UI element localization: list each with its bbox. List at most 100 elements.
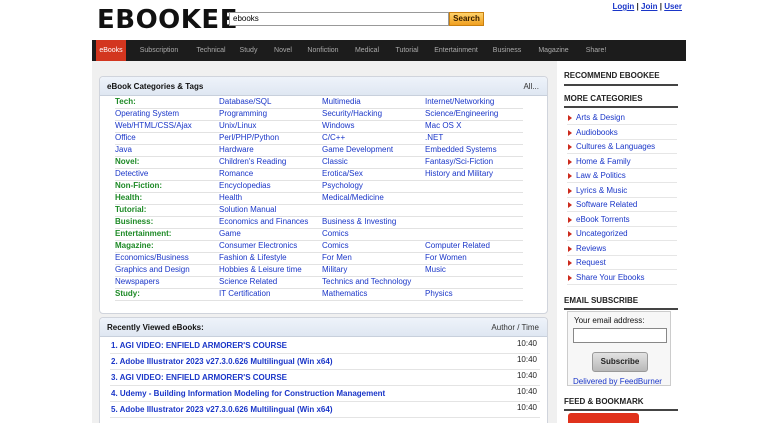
- category-link[interactable]: Perl/PHP/Python: [219, 133, 279, 143]
- category-link[interactable]: Science Related: [219, 277, 277, 287]
- nav-item[interactable]: Entertainment: [430, 40, 482, 61]
- nav-item[interactable]: Nonfiction: [303, 40, 343, 61]
- row-divider: [115, 180, 523, 181]
- recent-item-link[interactable]: 3. AGI VIDEO: ENFIELD ARMORER'S COURSE: [111, 373, 287, 382]
- category-link[interactable]: IT Certification: [219, 289, 270, 299]
- all-categories-link[interactable]: All...: [523, 82, 539, 91]
- category-link[interactable]: Business & Investing: [322, 217, 396, 227]
- email-field[interactable]: [573, 328, 667, 343]
- nav-item[interactable]: Business: [488, 40, 526, 61]
- category-link[interactable]: Operating System: [115, 109, 179, 119]
- category-link[interactable]: Graphics and Design: [115, 265, 190, 275]
- recent-item-link[interactable]: 2. Adobe Illustrator 2023 v27.3.0.626 Mu…: [111, 357, 332, 366]
- category-link[interactable]: Encyclopedias: [219, 181, 271, 191]
- category-link[interactable]: Mac OS X: [425, 121, 461, 131]
- recent-item-link[interactable]: 5. Adobe Illustrator 2023 v27.3.0.626 Mu…: [111, 405, 332, 414]
- rss-subscribe-button[interactable]: [568, 413, 639, 423]
- category-link[interactable]: Game Development: [322, 145, 393, 155]
- category-link[interactable]: Security/Hacking: [322, 109, 382, 119]
- sidebar-category-link[interactable]: Share Your Ebooks: [567, 271, 677, 285]
- category-link[interactable]: For Women: [425, 253, 467, 263]
- subscribe-button[interactable]: Subscribe: [592, 352, 648, 372]
- recent-header: Recently Viewed eBooks: Author / Time: [100, 318, 547, 337]
- feedburner-link[interactable]: Delivered by FeedBurner: [573, 377, 662, 386]
- category-link[interactable]: Programming: [219, 109, 267, 119]
- category-link[interactable]: Science/Engineering: [425, 109, 498, 119]
- category-link[interactable]: Java: [115, 145, 132, 155]
- nav-item[interactable]: Study: [235, 40, 262, 61]
- sidebar-category-link[interactable]: Home & Family: [567, 155, 677, 169]
- email-subscribe-heading: EMAIL SUBSCRIBE: [564, 296, 639, 305]
- category-link[interactable]: Technics and Technology: [322, 277, 411, 287]
- sidebar-category-link[interactable]: Law & Politics: [567, 169, 677, 183]
- nav-item[interactable]: Novel: [269, 40, 297, 61]
- category-link[interactable]: Fantasy/Sci-Fiction: [425, 157, 493, 167]
- login-link[interactable]: Login: [613, 2, 635, 11]
- category-link[interactable]: Physics: [425, 289, 453, 299]
- join-link[interactable]: Join: [641, 2, 657, 11]
- category-link[interactable]: Solution Manual: [219, 205, 276, 215]
- site-logo[interactable]: EBOOKEE: [97, 4, 238, 36]
- sidebar-category-link[interactable]: Request: [567, 256, 677, 270]
- search-button[interactable]: Search: [449, 12, 484, 26]
- sidebar-category-link[interactable]: Audiobooks: [567, 126, 677, 140]
- category-link[interactable]: Multimedia: [322, 97, 361, 107]
- category-link[interactable]: Unix/Linux: [219, 121, 256, 131]
- category-link[interactable]: .NET: [425, 133, 443, 143]
- nav-item[interactable]: Magazine: [533, 40, 574, 61]
- category-link[interactable]: Windows: [322, 121, 354, 131]
- category-link[interactable]: Computer Related: [425, 241, 490, 251]
- category-link[interactable]: Health: [219, 193, 242, 203]
- category-link[interactable]: Comics: [322, 229, 349, 239]
- sidebar-category-link[interactable]: Uncategorized: [567, 227, 677, 241]
- nav-item[interactable]: Share!: [581, 40, 611, 61]
- nav-item[interactable]: eBooks: [96, 40, 126, 61]
- nav-item[interactable]: Medical: [350, 40, 384, 61]
- category-link[interactable]: Consumer Electronics: [219, 241, 297, 251]
- category-link[interactable]: Economics and Finances: [219, 217, 308, 227]
- category-link[interactable]: Romance: [219, 169, 253, 179]
- category-link[interactable]: Embedded Systems: [425, 145, 497, 155]
- category-link[interactable]: Medical/Medicine: [322, 193, 384, 203]
- category-link[interactable]: Hardware: [219, 145, 254, 155]
- sidebar-category-link[interactable]: Lyrics & Music: [567, 184, 677, 198]
- category-link[interactable]: Fashion & Lifestyle: [219, 253, 287, 263]
- category-link[interactable]: Erotica/Sex: [322, 169, 363, 179]
- category-link[interactable]: Music: [425, 265, 446, 275]
- feed-bookmark-heading: FEED & BOOKMARK: [564, 397, 644, 406]
- recent-item-link[interactable]: 4. Udemy - Building Information Modeling…: [111, 389, 385, 398]
- sidebar-category-link[interactable]: Arts & Design: [567, 111, 677, 125]
- search-input[interactable]: ebooks: [229, 12, 449, 26]
- sidebar-category-link[interactable]: eBook Torrents: [567, 213, 677, 227]
- category-link[interactable]: Database/SQL: [219, 97, 271, 107]
- category-link[interactable]: C/C++: [322, 133, 345, 143]
- sidebar-category-link[interactable]: Cultures & Languages: [567, 140, 677, 154]
- sidebar-category-link[interactable]: Software Related: [567, 198, 677, 212]
- category-link[interactable]: Game: [219, 229, 241, 239]
- category-link[interactable]: For Men: [322, 253, 352, 263]
- category-link[interactable]: Classic: [322, 157, 348, 167]
- category-link[interactable]: Comics: [322, 241, 349, 251]
- category-link[interactable]: Psychology: [322, 181, 363, 191]
- category-link[interactable]: Military: [322, 265, 347, 275]
- nav-item[interactable]: Subscription: [134, 40, 184, 61]
- category-link[interactable]: Mathematics: [322, 289, 367, 299]
- category-link[interactable]: Hobbies & Leisure time: [219, 265, 302, 275]
- category-label: Health:: [115, 193, 143, 202]
- categories-header: eBook Categories & Tags All...: [100, 77, 547, 96]
- category-link[interactable]: History and Military: [425, 169, 493, 179]
- nav-item[interactable]: Technical: [191, 40, 231, 61]
- category-label: Entertainment:: [115, 229, 172, 238]
- divider: [564, 84, 678, 86]
- category-link[interactable]: Internet/Networking: [425, 97, 494, 107]
- sidebar-category-link[interactable]: Reviews: [567, 242, 677, 256]
- nav-item[interactable]: Tutorial: [390, 40, 424, 61]
- category-link[interactable]: Newspapers: [115, 277, 159, 287]
- category-link[interactable]: Children's Reading: [219, 157, 286, 167]
- category-link[interactable]: Office: [115, 133, 136, 143]
- category-link[interactable]: Economics/Business: [115, 253, 189, 263]
- category-link[interactable]: Detective: [115, 169, 148, 179]
- category-link[interactable]: Web/HTML/CSS/Ajax: [115, 121, 192, 131]
- recent-item-link[interactable]: 1. AGI VIDEO: ENFIELD ARMORER'S COURSE: [111, 341, 287, 350]
- user-link[interactable]: User: [664, 2, 682, 11]
